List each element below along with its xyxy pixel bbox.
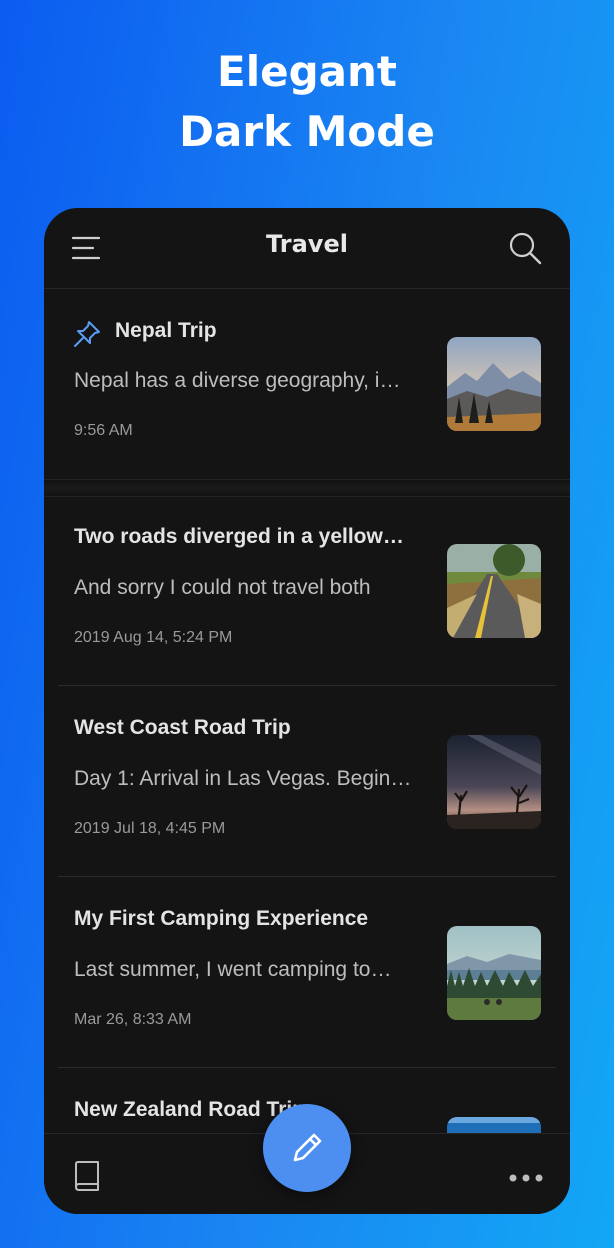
note-preview: Nepal has a diverse geography, i… [74, 369, 401, 392]
desert-night-sky-thumbnail [447, 735, 541, 829]
page-title: Travel [266, 230, 348, 258]
note-timestamp: 9:56 AM [74, 422, 133, 439]
pinned-note[interactable]: Nepal Trip Nepal has a diverse geography… [44, 289, 570, 479]
divider [58, 876, 556, 877]
mountain-sunset-thumbnail [447, 337, 541, 431]
note-title: My First Camping Experience [74, 907, 369, 930]
search-icon[interactable] [507, 230, 543, 266]
note-item[interactable]: Two roads diverged in a yellow… And sorr… [44, 496, 570, 686]
note-title: Nepal Trip [115, 319, 217, 342]
note-timestamp: 2019 Aug 14, 5:24 PM [74, 629, 233, 646]
note-timestamp: 2019 Jul 18, 4:45 PM [74, 820, 226, 837]
pin-icon [72, 319, 102, 349]
more-icon[interactable] [508, 1170, 544, 1182]
headline-line-1: Elegant [217, 47, 397, 96]
forest-lake-thumbnail [447, 926, 541, 1020]
country-road-thumbnail [447, 544, 541, 638]
note-item[interactable]: My First Camping Experience Last summer,… [44, 878, 570, 1068]
note-preview: Day 1: Arrival in Las Vegas. Begin… [74, 767, 412, 790]
headline-line-2: Dark Mode [179, 107, 435, 156]
note-title: Two roads diverged in a yellow… [74, 525, 404, 548]
pencil-icon [293, 1133, 322, 1162]
phone-screen: Travel Nepal Trip Nepal has a diverse ge… [44, 208, 570, 1214]
note-title: West Coast Road Trip [74, 716, 291, 739]
app-bar: Travel [44, 208, 570, 289]
note-timestamp: Mar 26, 8:33 AM [74, 1011, 192, 1028]
notebook-icon[interactable] [72, 1160, 102, 1192]
divider [58, 1067, 556, 1068]
new-note-button[interactable] [263, 1104, 351, 1192]
note-preview: And sorry I could not travel both [74, 576, 371, 599]
note-title: New Zealand Road Trip [74, 1098, 306, 1121]
divider [58, 685, 556, 686]
pinned-separator [44, 479, 570, 497]
note-item[interactable]: West Coast Road Trip Day 1: Arrival in L… [44, 687, 570, 877]
note-preview: Last summer, I went camping to… [74, 958, 392, 981]
